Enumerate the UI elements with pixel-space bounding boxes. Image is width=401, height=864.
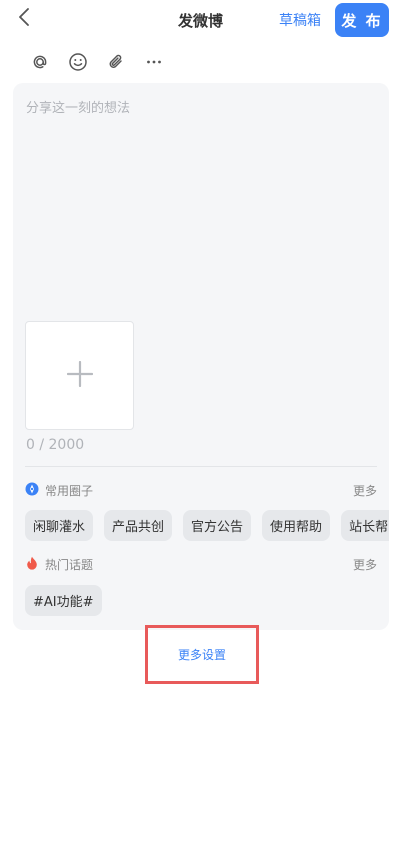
at-icon[interactable] xyxy=(28,50,52,74)
publish-button[interactable]: 发 布 xyxy=(335,3,389,37)
circle-chip[interactable]: 产品共创 xyxy=(104,510,173,541)
more-icon[interactable] xyxy=(142,50,166,74)
editor-toolbar xyxy=(28,50,180,74)
character-counter: 0 / 2000 xyxy=(26,437,85,453)
top-bar: 发微博 草稿箱 发 布 xyxy=(0,0,401,40)
circle-list: 闲聊灌水 产品共创 官方公告 使用帮助 站长帮 xyxy=(25,510,389,541)
emoji-icon[interactable] xyxy=(66,50,90,74)
topic-chip[interactable]: #AI功能# xyxy=(25,585,102,616)
circle-chip[interactable]: 闲聊灌水 xyxy=(25,510,94,541)
divider xyxy=(25,466,377,467)
compass-icon xyxy=(25,481,39,500)
topics-header: 热门话题 更多 xyxy=(25,554,377,574)
more-settings-link[interactable]: 更多设置 xyxy=(145,625,259,684)
plus-icon xyxy=(66,360,93,391)
attachment-icon[interactable] xyxy=(104,50,128,74)
post-text-input[interactable]: 分享这一刻的想法 xyxy=(26,97,130,116)
circle-chip[interactable]: 站长帮 xyxy=(341,510,389,541)
circle-chip[interactable]: 使用帮助 xyxy=(262,510,331,541)
circle-chip[interactable]: 官方公告 xyxy=(183,510,252,541)
fire-icon xyxy=(25,555,39,574)
compose-panel: 分享这一刻的想法 0 / 2000 常用圈子 更多 闲聊灌水 产品共创 官方公告… xyxy=(13,83,389,630)
circles-header: 常用圈子 更多 xyxy=(25,480,377,500)
topics-more-link[interactable]: 更多 xyxy=(353,556,377,573)
circles-more-link[interactable]: 更多 xyxy=(353,482,377,499)
topic-list: #AI功能# xyxy=(25,585,389,616)
drafts-link[interactable]: 草稿箱 xyxy=(279,10,321,30)
circles-title: 常用圈子 xyxy=(45,483,94,498)
topics-title: 热门话题 xyxy=(45,557,94,572)
add-image-button[interactable] xyxy=(25,321,134,430)
